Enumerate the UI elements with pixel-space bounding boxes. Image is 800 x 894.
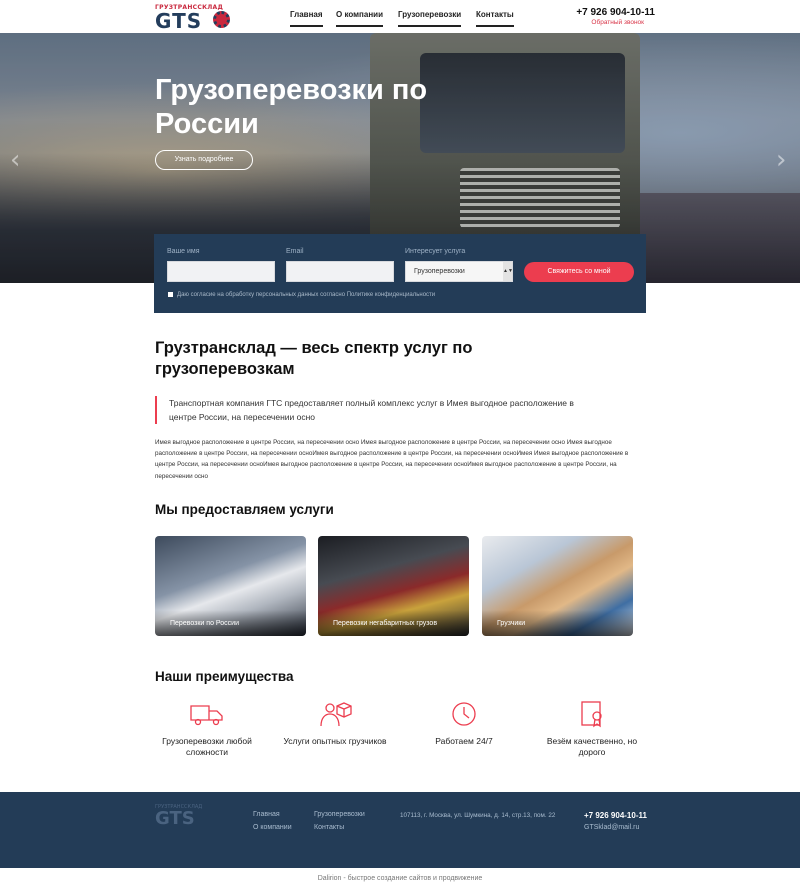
intro-body: Имея выгодное расположение в центре Росс… bbox=[155, 439, 629, 480]
callback-link[interactable]: Обратный звонок bbox=[591, 19, 644, 26]
consent-text: Даю согласие на обработку персональных д… bbox=[177, 292, 436, 299]
service-card-oversize[interactable]: Перевозки негабаритных грузов bbox=[318, 536, 469, 636]
callback-form: Ваше имя Email Интересует услуга Грузопе… bbox=[154, 234, 646, 313]
footer-phone[interactable]: +7 926 904-10-11 bbox=[584, 811, 647, 820]
consent-checkbox[interactable] bbox=[168, 292, 173, 297]
advantage-label: Услуги опытных грузчиков bbox=[283, 736, 387, 746]
footer-link-freight[interactable]: Грузоперевозки bbox=[314, 811, 365, 818]
email-input[interactable] bbox=[286, 261, 394, 282]
footer-address: 107113, г. Москва, ул. Шумкина, д. 14, с… bbox=[400, 812, 556, 819]
certificate-icon bbox=[581, 701, 602, 728]
service-select-value: Грузоперевозки bbox=[414, 268, 465, 275]
learn-more-button[interactable]: Узнать подробнее bbox=[155, 150, 253, 170]
service-card-label: Грузчики bbox=[497, 620, 526, 627]
submit-button[interactable]: Свяжитесь со мной bbox=[524, 262, 634, 282]
intro-title: Грузтрансклад — весь спектр услуг по гру… bbox=[155, 339, 473, 378]
services-title: Мы предоставляем услуги bbox=[155, 502, 334, 517]
header-phone[interactable]: +7 926 904-10-11 bbox=[576, 7, 655, 18]
name-label: Ваше имя bbox=[167, 248, 200, 255]
nav-item-home[interactable]: Главная bbox=[290, 10, 323, 27]
advantage-item: Услуги опытных грузчиков bbox=[280, 700, 390, 747]
service-card-label: Перевозки негабаритных грузов bbox=[333, 620, 438, 627]
email-label: Email bbox=[286, 248, 304, 255]
intro-quote: Транспортная компания ГТС предоставляет … bbox=[155, 396, 575, 424]
clock-icon bbox=[452, 702, 476, 726]
footer-link-about[interactable]: О компании bbox=[253, 824, 292, 831]
site-footer: ГРУЗТРАНССКЛАД GTS Главная О компании Гр… bbox=[0, 792, 800, 868]
truck-icon bbox=[190, 705, 223, 726]
consent-row: Даю согласие на обработку персональных д… bbox=[168, 292, 435, 298]
logo-text: GTS bbox=[155, 9, 203, 33]
name-input[interactable] bbox=[167, 261, 275, 282]
advantage-label: Грузоперевозки любой сложности bbox=[162, 736, 252, 757]
page: ГРУЗТРАНССКЛАД GTS Главная О компании Гр… bbox=[0, 0, 800, 894]
advantage-item: Грузоперевозки любой сложности bbox=[152, 700, 262, 758]
footer-link-home[interactable]: Главная bbox=[253, 811, 280, 818]
advantage-label: Работаем 24/7 bbox=[435, 736, 493, 746]
service-card-russia[interactable]: Перевозки по России bbox=[155, 536, 306, 636]
advantage-item: Работаем 24/7 bbox=[409, 700, 519, 747]
footer-email[interactable]: GTSklad@mail.ru bbox=[584, 824, 639, 831]
footer-credit[interactable]: Dalirion - быстрое создание сайтов и про… bbox=[0, 868, 800, 894]
site-header: ГРУЗТРАНССКЛАД GTS Главная О компании Гр… bbox=[0, 0, 800, 33]
nav-item-freight[interactable]: Грузоперевозки bbox=[398, 10, 462, 27]
advantage-label: Везём качественно, но дорого bbox=[546, 736, 638, 757]
chevron-down-icon: ▲▼ bbox=[503, 262, 513, 281]
service-card-label: Перевозки по России bbox=[170, 620, 239, 627]
nav-item-contacts[interactable]: Контакты bbox=[476, 10, 514, 27]
chevron-right-icon[interactable]: › bbox=[776, 145, 786, 175]
nav-item-about[interactable]: О компании bbox=[336, 10, 383, 27]
footer-logo[interactable]: GTS bbox=[155, 808, 195, 829]
service-select[interactable]: Грузоперевозки ▲▼ bbox=[405, 261, 513, 282]
advantages-title: Наши преимущества bbox=[155, 669, 294, 684]
service-label: Интересует услуга bbox=[405, 248, 466, 255]
service-card-movers[interactable]: Грузчики bbox=[482, 536, 633, 636]
hero-title: Грузоперевозки по России bbox=[155, 74, 428, 140]
advantage-item: Везём качественно, но дорого bbox=[537, 700, 647, 758]
chevron-left-icon[interactable]: ‹ bbox=[10, 145, 20, 175]
loader-icon bbox=[320, 702, 352, 727]
footer-link-contacts[interactable]: Контакты bbox=[314, 824, 344, 831]
logo[interactable]: ГРУЗТРАНССКЛАД GTS bbox=[155, 4, 235, 33]
gear-icon bbox=[213, 11, 230, 28]
